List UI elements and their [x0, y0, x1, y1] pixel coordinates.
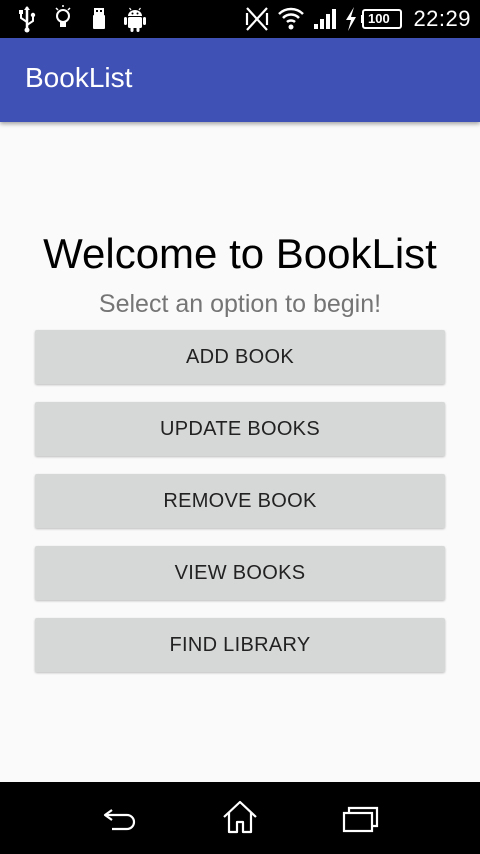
status-time: 22:29	[413, 6, 471, 31]
usb-icon	[19, 6, 36, 33]
wifi-icon	[278, 7, 304, 30]
usb-drive-icon	[93, 8, 105, 29]
navigation-bar	[0, 782, 480, 854]
app-title: BookList	[25, 62, 133, 93]
nfc-off-icon	[245, 7, 269, 31]
lightbulb-icon	[55, 5, 71, 27]
home-icon[interactable]	[220, 798, 260, 836]
welcome-subtitle: Select an option to begin!	[98, 290, 382, 318]
view-books-button[interactable]: VIEW BOOKS	[35, 546, 445, 600]
back-icon[interactable]	[100, 800, 140, 836]
find-library-button[interactable]: FIND LIBRARY	[35, 618, 445, 672]
signal-icon	[314, 9, 336, 29]
welcome-heading: Welcome to BookList	[43, 230, 437, 277]
update-books-button[interactable]: UPDATE BOOKS	[35, 402, 445, 456]
recents-icon[interactable]	[340, 802, 380, 836]
charging-icon	[346, 7, 356, 31]
main-content: Welcome to BookList Select an option to …	[0, 122, 480, 782]
remove-book-button[interactable]: REMOVE BOOK	[35, 474, 445, 528]
android-icon	[124, 7, 146, 32]
add-book-button[interactable]: ADD BOOK	[35, 330, 445, 384]
battery-level: 100	[368, 11, 390, 26]
status-bar: 100 22:29	[0, 0, 480, 38]
app-bar: BookList	[0, 38, 480, 122]
